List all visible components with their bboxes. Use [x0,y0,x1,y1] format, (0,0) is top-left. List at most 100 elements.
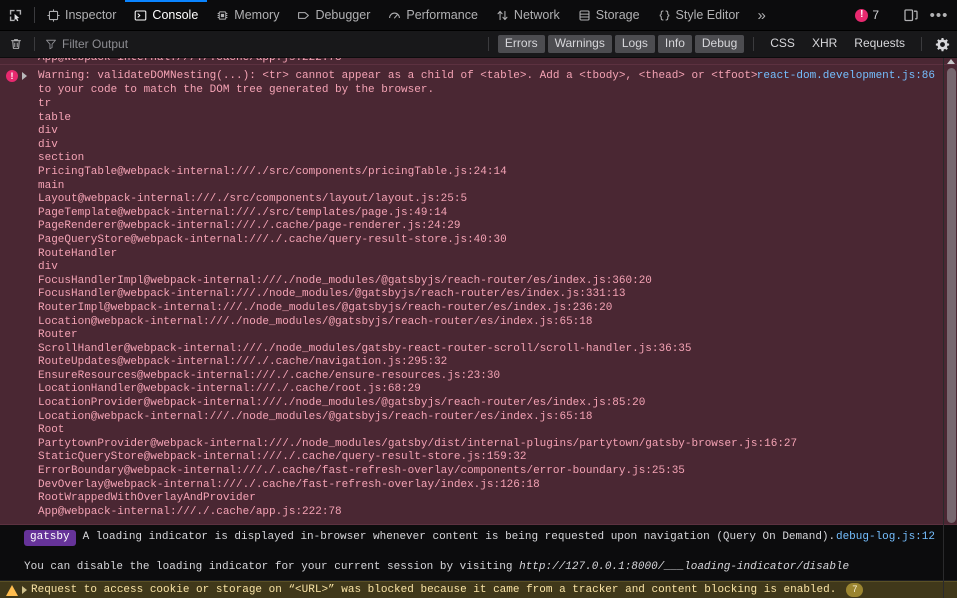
log-message-row: gatsby A loading indicator is displayed … [0,530,957,547]
scrollbar-thumb[interactable] [947,68,956,523]
tab-label: Performance [406,8,478,22]
filter-info-button[interactable]: Info [657,34,692,54]
console-error-message[interactable]: ! react-dom.development.js:86 Warning: v… [0,65,957,526]
console-log-message[interactable]: debug-log.js:12 gatsby A loading indicat… [0,525,957,582]
filter-warnings-button[interactable]: Warnings [547,34,612,54]
chevron-double-right-icon: » [757,6,766,24]
stack-frame: Location@webpack-internal:///./node_modu… [38,315,593,328]
tab-storage[interactable]: Storage [569,0,649,30]
filter-errors-button[interactable]: Errors [497,34,545,54]
search-input-wrapper[interactable] [41,35,482,54]
error-icon: ! [6,70,18,82]
stack-frame: PageTemplate@webpack-internal:///./src/t… [38,206,448,219]
filterbar-divider [487,37,489,51]
tab-label: Storage [595,8,640,22]
stack-frame: App@webpack-internal:///./.cache/app.js:… [38,505,342,518]
tab-performance[interactable]: Performance [379,0,487,30]
element-picker-icon[interactable] [0,0,31,30]
source-location-link[interactable]: debug-log.js:12 [836,531,935,543]
loading-indicator-disable-url[interactable]: http://127.0.0.1:8000/___loading-indicat… [519,561,849,573]
warning-icon [6,584,18,596]
devtools-tab-list: Inspector Console Memory Debugger Perfor… [38,0,775,30]
stack-frame: table [38,111,72,124]
gatsby-badge: gatsby [24,530,76,547]
filter-debug-button[interactable]: Debug [694,34,745,54]
stack-frame: div [38,138,58,151]
stack-frame: div [38,125,58,138]
menu-dots: ••• [929,6,949,24]
tab-console[interactable]: Console [125,0,208,30]
stack-frame: Root [38,424,65,437]
toolbar-right-controls: ! 7 ••• [849,0,957,30]
tab-style-editor[interactable]: Style Editor [649,0,749,30]
error-count-indicator[interactable]: ! 7 [849,8,885,22]
stack-frame: RouterImpl@webpack-internal:///./node_mo… [38,301,613,314]
gear-icon[interactable] [931,33,953,55]
stack-frame: LocationHandler@webpack-internal:///./.c… [38,383,421,396]
storage-icon [578,9,591,22]
stack-frame: EnsureResources@webpack-internal:///./.c… [38,369,501,382]
warning-message-text: Request to access cookie or storage on “… [31,584,837,596]
stack-frame: Router [38,329,78,342]
log-message-text: A loading indicator is displayed in-brow… [82,531,836,544]
vertical-scrollbar[interactable] [944,58,957,598]
stack-frame: PartytownProvider@webpack-internal:///./… [38,437,798,450]
filter-logs-button[interactable]: Logs [614,34,655,54]
stack-frame: LocationProvider@webpack-internal:///./n… [38,397,646,410]
stack-frame: PricingTable@webpack-internal:///./src/c… [38,165,507,178]
responsive-design-mode-icon[interactable] [898,3,924,27]
stack-frame: ErrorBoundary@webpack-internal:///./.cac… [38,465,685,478]
search-input[interactable] [62,37,478,51]
filter-requests-button[interactable]: Requests [847,35,912,53]
scroll-up-arrow-icon[interactable] [947,59,955,64]
stack-frame: DevOverlay@webpack-internal:///./.cache/… [38,478,540,491]
inspector-icon [47,8,60,22]
message-gutter: ! [6,70,27,82]
console-filter-bar: Errors Warnings Logs Info Debug CSS XHR … [0,31,957,58]
tab-memory[interactable]: Memory [207,0,288,30]
filter-css-button[interactable]: CSS [763,35,802,53]
stack-frame: FocusHandlerImpl@webpack-internal:///./n… [38,274,652,287]
devtools-toolbar: Inspector Console Memory Debugger Perfor… [0,0,957,31]
clipped-message-text: App@webpack-internal:///./.cache/app.js:… [38,58,342,64]
debugger-icon [297,9,310,22]
tab-label: Memory [234,8,280,22]
tab-network[interactable]: Network [487,0,569,30]
toolbar-divider [34,7,35,23]
disclosure-triangle-icon[interactable] [22,586,27,594]
source-location-link[interactable]: react-dom.development.js:86 [757,70,935,82]
memory-icon [216,9,229,22]
tab-label: Console [152,8,199,22]
filter-xhr-button[interactable]: XHR [805,35,844,53]
stack-frame: Layout@webpack-internal:///./src/compone… [38,193,468,206]
console-icon [134,9,147,22]
tab-debugger[interactable]: Debugger [288,0,379,30]
firefox-devtools-window: Inspector Console Memory Debugger Perfor… [0,0,957,598]
console-warning-message[interactable]: Request to access cookie or storage on “… [0,581,957,598]
trash-icon[interactable] [4,33,28,55]
stack-frame: PageQueryStore@webpack-internal:///./.ca… [38,233,507,246]
stack-frame: PageRenderer@webpack-internal:///./.cach… [38,220,461,233]
filter-toggle-group: Errors Warnings Logs Info Debug CSS XHR … [482,33,953,55]
tab-inspector[interactable]: Inspector [38,0,125,30]
stack-frame: RouteUpdates@webpack-internal:///./.cach… [38,356,448,369]
filter-icon [45,38,57,50]
stack-trace: tr table div div section PricingTable@we… [38,98,947,519]
console-output[interactable]: App@webpack-internal:///./.cache/app.js:… [0,58,957,598]
stack-frame: Location@webpack-internal:///./node_modu… [38,410,593,423]
meatball-menu-icon[interactable]: ••• [926,3,952,27]
clipped-message-row: App@webpack-internal:///./.cache/app.js:… [0,58,957,65]
tab-label: Style Editor [675,8,740,22]
tabs-overflow-button[interactable]: » [748,0,774,30]
filterbar-divider [34,37,35,51]
stack-frame: FocusHandler@webpack-internal:///./node_… [38,288,626,301]
log-message-secondary-row: You can disable the loading indicator fo… [0,561,957,573]
disclosure-triangle-icon[interactable] [22,72,27,80]
tab-label: Inspector [65,8,117,22]
tab-label: Debugger [315,8,371,22]
stack-frame: ScrollHandler@webpack-internal:///./node… [38,342,692,355]
stack-frame: tr [38,98,52,110]
network-icon [496,9,509,22]
stack-frame: RouteHandler [38,247,118,260]
